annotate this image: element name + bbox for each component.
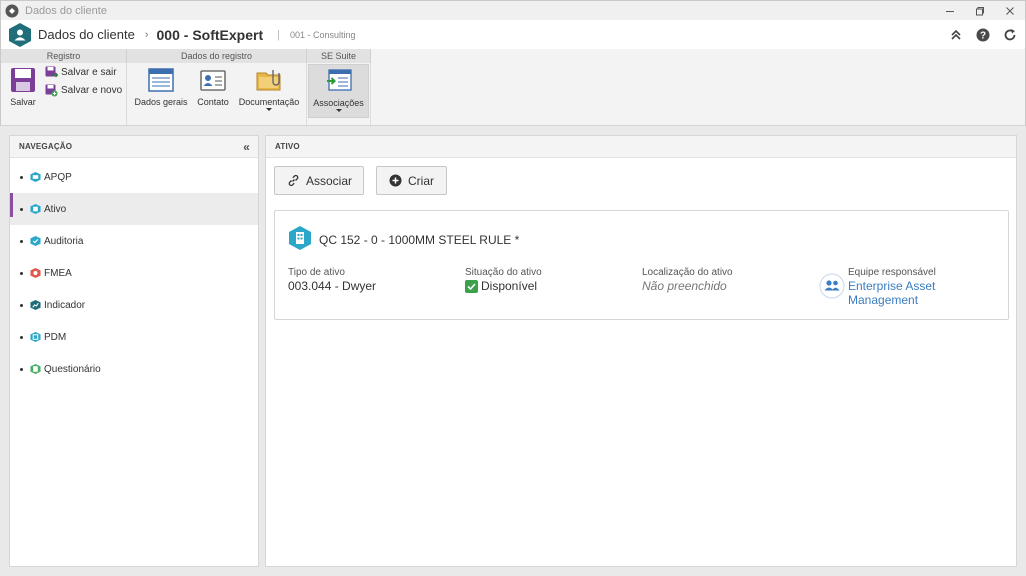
- record-subtitle: 001 - Consulting: [289, 29, 356, 40]
- window-titlebar: Dados do cliente: [0, 0, 1026, 20]
- ribbon-group-title: SE Suite: [307, 49, 371, 63]
- nav-item-label: FMEA: [44, 267, 72, 279]
- associations-button[interactable]: Associações: [308, 64, 369, 118]
- asset-status-label: Situação do ativo: [465, 267, 542, 278]
- asset-card: QC 152 - 0 - 1000MM STEEL RULE * Tipo de…: [274, 210, 1009, 320]
- indicator-icon: [30, 299, 41, 311]
- nav-item-indicador[interactable]: Indicador: [10, 289, 258, 321]
- help-icon[interactable]: ?: [974, 26, 992, 44]
- ribbon-group-se-suite: SE Suite Associações: [307, 49, 371, 125]
- folder-attachment-icon: [256, 70, 281, 91]
- asset-status: Disponível: [465, 279, 537, 293]
- create-button[interactable]: Criar: [376, 166, 447, 195]
- nav-item-apqp[interactable]: APQP: [10, 161, 258, 193]
- apqp-icon: [30, 171, 41, 183]
- bullet: [20, 207, 23, 211]
- check-square-icon: [465, 279, 478, 293]
- nav-item-ativo[interactable]: Ativo: [10, 193, 258, 225]
- save-exit-icon: [45, 66, 58, 78]
- general-data-icon: [148, 68, 174, 92]
- pdm-icon: [30, 331, 41, 343]
- main-panel-title: ATIVO: [275, 142, 300, 151]
- bullet: [20, 303, 23, 307]
- asset-status-value: Disponível: [481, 279, 538, 293]
- save-new-icon: [45, 84, 58, 97]
- bullet: [20, 239, 23, 243]
- nav-item-auditoria[interactable]: Auditoria: [10, 225, 258, 257]
- collapse-up-icon[interactable]: [947, 26, 965, 44]
- bullet: [20, 271, 23, 275]
- nav-item-label: Ativo: [44, 203, 67, 215]
- save-button[interactable]: Salvar: [7, 67, 39, 107]
- ribbon-group-title: Registro: [1, 49, 127, 63]
- team-avatar-icon: [819, 273, 845, 299]
- asset-type-value: 003.044 - Dwyer: [288, 279, 377, 293]
- breadcrumb-root[interactable]: Dados do cliente: [38, 27, 135, 42]
- asset-icon: [30, 203, 41, 215]
- refresh-icon[interactable]: [1001, 26, 1019, 44]
- record-title: 000 - SoftExpert: [156, 26, 264, 43]
- minimize-icon[interactable]: [935, 1, 965, 21]
- breadcrumb-chevron-icon: ›: [144, 28, 149, 41]
- asset-location-value: Não preenchido: [642, 279, 727, 293]
- dropdown-caret-icon: [266, 108, 272, 111]
- bullet: [20, 175, 23, 179]
- app-icon: [5, 4, 19, 17]
- save-icon: [11, 68, 35, 92]
- bullet: [20, 335, 23, 339]
- nav-item-label: Auditoria: [44, 235, 84, 247]
- associations-icon: [326, 69, 352, 91]
- svg-text:?: ?: [980, 30, 986, 41]
- ribbon-group-registro: Registro Salvar Salvar e sair Salvar e n…: [1, 49, 127, 125]
- navigation-title: NAVEGAÇÃO: [19, 142, 73, 151]
- add-circle-icon: [389, 174, 402, 187]
- close-icon[interactable]: [995, 1, 1025, 21]
- save-exit-button[interactable]: Salvar e sair: [45, 66, 117, 79]
- record-header: Dados do cliente › 000 - SoftExpert | 00…: [0, 20, 1026, 49]
- asset-location-label: Localização do ativo: [642, 267, 733, 278]
- nav-item-fmea[interactable]: FMEA: [10, 257, 258, 289]
- nav-item-questionario[interactable]: Questionário: [10, 353, 258, 385]
- bullet: [20, 367, 23, 371]
- asset-team-link[interactable]: Enterprise Asset Management: [848, 279, 935, 307]
- collapse-panel-icon[interactable]: «: [243, 136, 250, 158]
- contact-card-icon: [200, 70, 226, 91]
- nav-item-label: PDM: [44, 331, 67, 343]
- nav-item-label: Questionário: [44, 363, 101, 375]
- ribbon-group-title: Dados do registro: [127, 49, 307, 63]
- asset-building-icon: [289, 226, 311, 250]
- client-hexagon-icon: [9, 22, 31, 47]
- questionnaire-icon: [30, 363, 41, 375]
- link-icon: [288, 174, 299, 187]
- dropdown-caret-icon: [335, 109, 342, 112]
- ribbon-group-dados-registro: Dados do registro Dados gerais Contato D…: [127, 49, 307, 125]
- asset-main-panel: ATIVO Associar Criar QC 152 - 0 - 1000MM…: [265, 135, 1017, 567]
- asset-title[interactable]: QC 152 - 0 - 1000MM STEEL RULE *: [319, 233, 519, 247]
- save-new-button[interactable]: Salvar e novo: [45, 84, 122, 97]
- asset-type-label: Tipo de ativo: [288, 267, 345, 278]
- navigation-panel: NAVEGAÇÃO « APQP Ativo Auditoria FMEA In…: [9, 135, 259, 567]
- nav-item-label: APQP: [44, 171, 72, 183]
- contact-button[interactable]: Contato: [193, 67, 233, 107]
- nav-item-pdm[interactable]: PDM: [10, 321, 258, 353]
- ribbon-toolbar: Registro Salvar Salvar e sair Salvar e n…: [0, 49, 1026, 126]
- fmea-icon: [30, 267, 41, 279]
- window-title: Dados do cliente: [25, 4, 107, 17]
- general-data-button[interactable]: Dados gerais: [133, 67, 189, 107]
- audit-icon: [30, 235, 41, 247]
- restore-icon[interactable]: [965, 1, 995, 21]
- documentation-button[interactable]: Documentação: [237, 67, 301, 111]
- nav-item-label: Indicador: [44, 299, 86, 311]
- asset-team-label: Equipe responsável: [848, 267, 936, 278]
- title-divider: |: [277, 28, 280, 41]
- associate-button[interactable]: Associar: [274, 166, 364, 195]
